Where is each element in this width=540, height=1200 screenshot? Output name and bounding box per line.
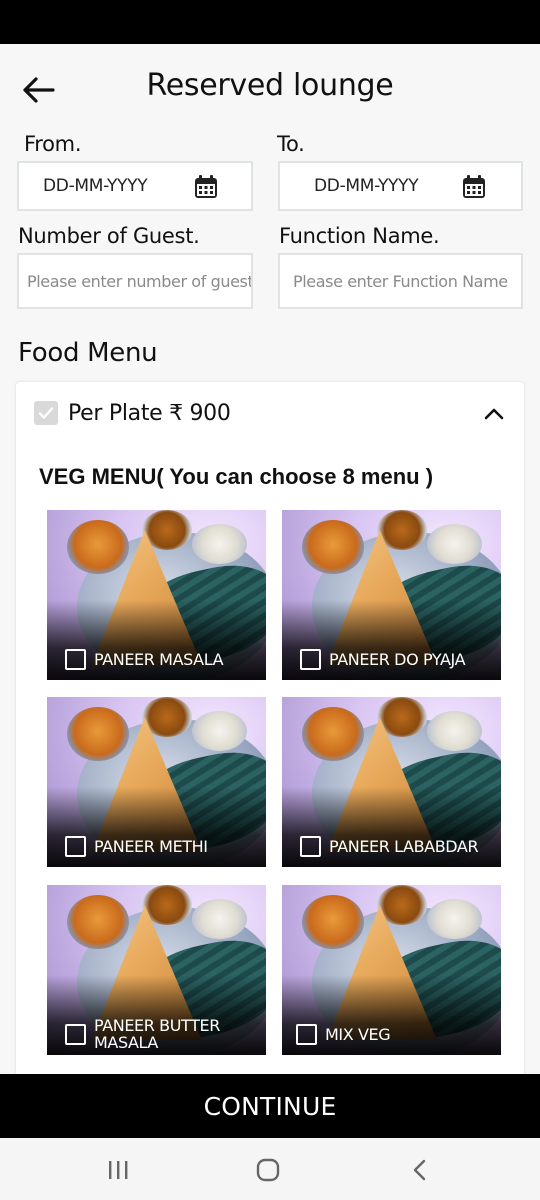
per-plate-checkbox[interactable] (34, 401, 58, 425)
menu-item-card[interactable]: PANEER MASALA (47, 510, 266, 680)
menu-item-name: PANEER METHI (94, 837, 208, 856)
menu-item-card[interactable]: MIX VEG (282, 885, 501, 1055)
recent-apps-icon (109, 1161, 128, 1179)
to-date-value: DD-MM-YYYY (314, 176, 419, 196)
system-back-button[interactable] (405, 1155, 435, 1185)
menu-item-card[interactable]: PANEER LABABDAR (282, 697, 501, 867)
menu-item-checkbox[interactable] (65, 1023, 86, 1045)
calendar-icon (195, 175, 217, 198)
menu-item-card[interactable]: PANEER METHI (47, 697, 266, 867)
system-nav-bar (0, 1138, 540, 1200)
per-plate-option[interactable]: Per Plate ₹ 900 (34, 396, 506, 430)
guests-field[interactable] (17, 253, 253, 309)
veg-menu-heading: VEG MENU( You can choose 8 menu ) (39, 464, 434, 489)
per-plate-label: Per Plate ₹ 900 (68, 400, 231, 426)
from-date-field[interactable]: DD-MM-YYYY (17, 161, 253, 211)
menu-item-checkbox[interactable] (296, 1024, 317, 1045)
page-title: Reserved lounge (146, 68, 394, 103)
calendar-icon (463, 175, 485, 198)
menu-item-name: PANEER MASALA (94, 650, 224, 669)
function-name-input[interactable] (280, 255, 521, 307)
to-date-field[interactable]: DD-MM-YYYY (278, 161, 523, 211)
menu-item-name: PANEER DO PYAJA (329, 650, 466, 669)
menu-item-card[interactable]: PANEER BUTTER MASALA (47, 885, 266, 1055)
menu-item-name: PANEER BUTTER MASALA (94, 1016, 220, 1052)
menu-item-checkbox[interactable] (300, 836, 321, 857)
status-bar (0, 0, 540, 44)
menu-item-checkbox[interactable] (65, 649, 86, 670)
menu-item-checkbox[interactable] (65, 836, 86, 857)
function-name-field[interactable] (278, 253, 523, 309)
guests-input[interactable] (19, 255, 251, 307)
header: Reserved lounge (0, 44, 540, 132)
back-icon (413, 1159, 426, 1181)
menu-item-card[interactable]: PANEER DO PYAJA (282, 510, 501, 680)
menu-item-name: PANEER LABABDAR (329, 837, 479, 856)
menu-item-checkbox[interactable] (300, 649, 321, 670)
check-icon (38, 407, 54, 419)
recent-apps-button[interactable] (103, 1155, 133, 1185)
continue-label: CONTINUE (203, 1091, 337, 1121)
home-icon (256, 1158, 280, 1182)
menu-item-name: MIX VEG (325, 1025, 391, 1044)
food-menu-card: Per Plate ₹ 900 VEG MENU( You can choose… (16, 382, 524, 1082)
food-menu-title: Food Menu (18, 338, 158, 368)
function-name-label: Function Name. (279, 224, 440, 248)
chevron-up-icon[interactable] (482, 402, 506, 426)
guests-label: Number of Guest. (18, 224, 200, 248)
home-button[interactable] (253, 1155, 283, 1185)
continue-button[interactable]: CONTINUE (0, 1074, 540, 1138)
from-date-value: DD-MM-YYYY (43, 176, 148, 196)
to-label: To. (277, 132, 305, 156)
from-label: From. (24, 132, 82, 156)
